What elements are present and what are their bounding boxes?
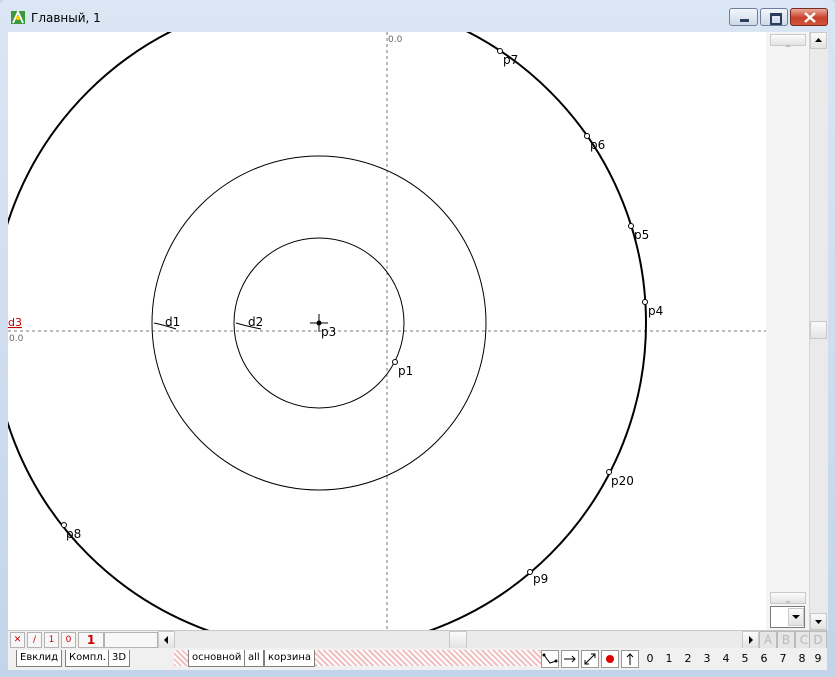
label-p7: p7 [503,53,518,67]
point-p7[interactable] [497,48,503,54]
title-bar: Главный, 1 [0,0,835,32]
arrow-right-icon [749,636,753,644]
panel-scroll-up-button[interactable] [770,34,806,47]
mode-b-button[interactable]: B [777,631,795,649]
segment-icon [542,653,558,664]
tab-complex[interactable]: Компл. [65,650,110,667]
app-window: Главный, 1 0.0 0.0 d3 d1 d2 p1 p3 p4 p5 … [0,0,835,677]
vertical-panel [766,32,809,630]
arrow-down-icon [815,620,822,624]
close-button[interactable] [790,8,828,26]
tab-euclid[interactable]: Евклид [16,650,63,667]
maximize-button[interactable] [760,8,788,26]
app-icon [11,9,25,24]
digit-0-button[interactable]: 0 [641,650,659,668]
point-p5[interactable] [628,223,634,229]
scroll-left-button[interactable] [158,631,175,649]
tab-3d[interactable]: 3D [108,650,131,667]
digit-7-button[interactable]: 7 [774,650,792,668]
point-p9[interactable] [527,569,533,575]
label-p6: p6 [590,138,605,152]
panel-dropdown[interactable] [770,606,805,628]
dropdown-arrow-button[interactable] [788,608,804,626]
tool-segment-button[interactable] [541,650,559,668]
point-p1[interactable] [392,359,398,365]
label-p4: p4 [648,304,663,318]
digit-4-button[interactable]: 4 [717,650,735,668]
scroll-thumb[interactable] [810,321,827,339]
mode-d-button[interactable]: D [809,631,827,649]
red-point-icon [606,655,614,663]
point-p6[interactable] [584,133,590,139]
tool-point-button[interactable] [601,650,619,668]
digit-3-button[interactable]: 3 [698,650,716,668]
digit-2-button[interactable]: 2 [679,650,697,668]
close-icon [804,12,816,23]
line-tool-button[interactable]: ∕ [27,632,42,648]
vertical-scrollbar[interactable] [809,32,828,630]
digit-1-button[interactable]: 1 [660,650,678,668]
set-1-button[interactable]: 1 [44,632,59,648]
label-p5: p5 [634,228,649,242]
geometry-drawing: 0.0 0.0 d3 d1 d2 p1 p3 p4 p5 p6 p7 p8 p9… [8,32,766,630]
scroll-up-button[interactable] [810,32,827,49]
minimize-button[interactable] [729,8,758,26]
label-d1: d1 [165,315,180,329]
counter-field: 1 [78,632,104,648]
label-p8: p8 [66,527,81,541]
tool-up-button[interactable] [621,650,639,668]
tab-layer-main[interactable]: основной [188,650,246,667]
tool-diagonal-button[interactable] [581,650,599,668]
tool-ray-button[interactable] [561,650,579,668]
arrow-left-icon [164,636,168,644]
scroll-down-button[interactable] [810,613,827,630]
status-field [104,632,158,648]
label-p1: p1 [398,364,413,378]
maximize-icon [770,13,782,25]
point-p4[interactable] [642,299,648,305]
minimize-icon [740,19,749,22]
digit-6-button[interactable]: 6 [755,650,773,668]
label-p20: p20 [611,474,634,488]
chevron-up-icon [785,44,791,47]
diagonal-arrows-icon [584,653,596,665]
set-0-button[interactable]: 0 [61,632,76,648]
window-title: Главный, 1 [31,11,101,25]
digit-5-button[interactable]: 5 [736,650,754,668]
drawing-canvas[interactable]: 0.0 0.0 d3 d1 d2 p1 p3 p4 p5 p6 p7 p8 p9… [8,32,766,630]
bottom-toolbar: ✕ ∕ 1 0 1 A B C D [8,630,827,649]
axis-origin-left: 0.0 [9,334,24,344]
horizontal-scrollbar[interactable] [158,631,759,649]
label-d2: d2 [248,315,263,329]
hscroll-thumb[interactable] [449,631,467,649]
dropdown-arrow-icon [792,615,800,619]
scroll-right-button[interactable] [742,631,759,649]
label-p9: p9 [533,572,548,586]
label-p3: p3 [321,325,336,339]
tab-layer-trash[interactable]: корзина [264,650,315,667]
axis-label-d3: d3 [8,316,22,329]
mode-a-button[interactable]: A [759,631,777,649]
arrow-up-tool-icon [626,653,634,665]
axis-origin-top: 0.0 [388,35,403,45]
arrow-right-tool-icon [564,655,576,663]
delete-button[interactable]: ✕ [10,632,25,648]
panel-scroll-down-button[interactable] [770,592,806,604]
digit-9-button[interactable]: 9 [809,650,827,668]
tab-row: Евклид Компл. 3D основной all корзина 0 … [8,648,827,670]
arrow-up-icon [815,38,822,42]
tab-layer-all[interactable]: all [244,650,264,667]
